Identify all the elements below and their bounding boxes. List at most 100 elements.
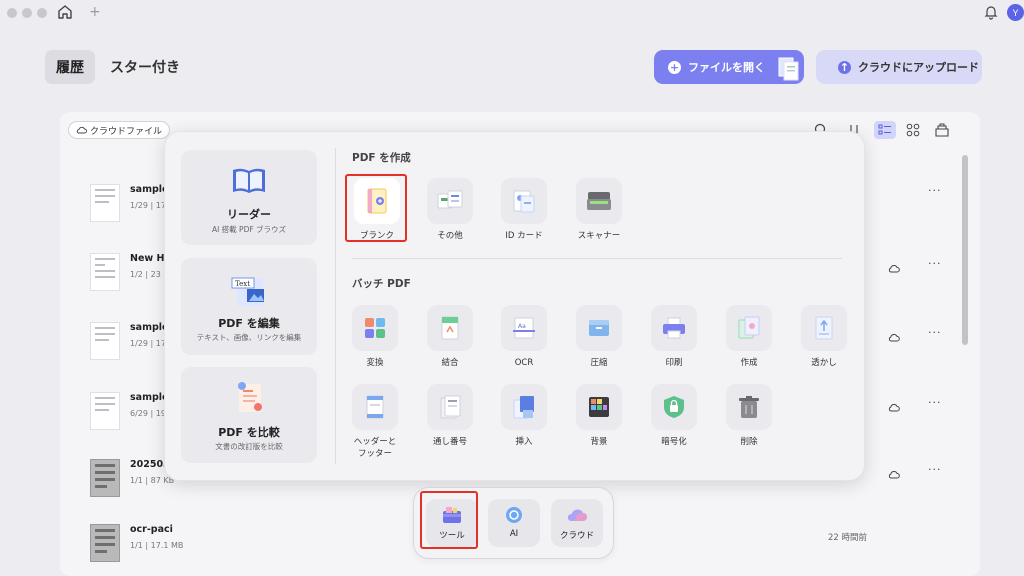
- background-tool[interactable]: 背景: [568, 384, 630, 448]
- numbering-icon: [440, 395, 461, 419]
- batch-pdf-section-title: バッチ PDF: [352, 278, 411, 290]
- ocr-label: OCR: [514, 358, 534, 368]
- create-batch-tool[interactable]: 作成: [718, 305, 780, 369]
- ocr-icon: Aa: [513, 317, 535, 339]
- compare-pdf-card[interactable]: PDF を比較 文書の改訂版を比較: [181, 367, 317, 463]
- storage-icon[interactable]: [931, 121, 953, 139]
- other-create-label: その他: [437, 231, 463, 241]
- compress-label: 圧縮: [590, 358, 608, 368]
- more-options-icon[interactable]: ···: [928, 257, 942, 270]
- id-card-tool[interactable]: ID カード: [493, 178, 555, 242]
- delete-label: 削除: [740, 437, 758, 447]
- new-tab-plus-icon[interactable]: +: [89, 4, 101, 20]
- dock-ai-button[interactable]: AI: [488, 499, 540, 547]
- edit-pdf-title: PDF を編集: [218, 317, 280, 330]
- create-batch-label: 作成: [740, 358, 758, 368]
- tab-starred[interactable]: スター付き: [110, 50, 180, 84]
- upload-cloud-button[interactable]: ↑ クラウドにアップロード: [816, 50, 982, 84]
- file-thumbnail: [90, 184, 120, 222]
- convert-tool[interactable]: 変換: [344, 305, 406, 369]
- insert-tool[interactable]: 挿入: [493, 384, 555, 448]
- compare-icon: [238, 382, 262, 412]
- cloud-icon: [76, 126, 87, 134]
- print-label: 印刷: [665, 358, 683, 368]
- svg-text:Text: Text: [235, 280, 250, 288]
- file-meta: 1/1 | 17.1 MB: [130, 541, 184, 550]
- id-card-icon: [513, 190, 535, 213]
- plus-circle-icon: +: [668, 60, 681, 74]
- delete-tool[interactable]: 削除: [718, 384, 780, 448]
- bates-numbering-tool[interactable]: 通し番号: [419, 384, 481, 448]
- combine-label: 結合: [441, 358, 459, 368]
- print-tool[interactable]: 印刷: [643, 305, 705, 369]
- bell-icon[interactable]: [983, 4, 999, 20]
- highlight-box-blank: [345, 174, 407, 242]
- book-icon: [233, 168, 265, 193]
- watermark-label: 透かし: [811, 358, 837, 368]
- header-footer-icon: [366, 395, 384, 419]
- popup-horizontal-divider: [352, 258, 842, 259]
- edit-pdf-card[interactable]: Text PDF を編集 テキスト、画像、リンクを編集: [181, 258, 317, 355]
- encrypt-tool[interactable]: 暗号化: [643, 384, 705, 448]
- bates-numbering-label: 通し番号: [432, 437, 467, 447]
- file-modified-time: 22 時間前: [828, 533, 868, 543]
- dock-cloud-button[interactable]: クラウド: [551, 499, 603, 547]
- combine-icon: [441, 316, 459, 340]
- grid-view-icon[interactable]: [902, 121, 924, 139]
- file-meta: 1/2 | 23 I: [130, 270, 166, 279]
- upload-arrow-icon: ↑: [838, 60, 851, 74]
- home-icon[interactable]: [57, 4, 73, 20]
- file-thumbnail: [90, 524, 120, 562]
- file-thumbnail: [90, 322, 120, 360]
- window-zoom-button[interactable]: [37, 8, 47, 18]
- create-documents-icon: [738, 316, 760, 339]
- more-options-icon[interactable]: ···: [928, 463, 942, 476]
- file-thumbnail: [90, 459, 120, 497]
- file-thumbnail: [90, 392, 120, 430]
- dock-ai-label: AI: [509, 529, 519, 539]
- popup-vertical-divider: [335, 148, 336, 464]
- cloud-icon[interactable]: [888, 332, 900, 342]
- svg-text:Aa: Aa: [518, 323, 526, 330]
- tab-history[interactable]: 履歴: [45, 50, 95, 84]
- cloud-icon[interactable]: [888, 469, 900, 479]
- ai-icon: [506, 507, 522, 523]
- combine-tool[interactable]: 結合: [419, 305, 481, 369]
- open-file-label: ファイルを開く: [688, 61, 765, 74]
- cloud-files-filter[interactable]: クラウドファイル: [68, 121, 171, 139]
- printer-icon: [663, 317, 685, 339]
- scanner-tool[interactable]: スキャナー: [568, 178, 630, 242]
- compare-pdf-title: PDF を比較: [218, 426, 280, 439]
- file-meta: 1/1 | 87 KB: [130, 476, 175, 485]
- more-options-icon[interactable]: ···: [928, 326, 942, 339]
- list-view-icon[interactable]: [874, 121, 896, 139]
- more-options-icon[interactable]: ···: [928, 396, 942, 409]
- cloud-icon[interactable]: [888, 402, 900, 412]
- header-footer-tool[interactable]: ヘッダーと フッター: [344, 384, 406, 460]
- header-footer-label: ヘッダーと フッター: [353, 437, 397, 459]
- more-options-icon[interactable]: ···: [928, 184, 942, 197]
- dock-cloud-label: クラウド: [559, 531, 594, 541]
- cloud-files-label: クラウドファイル: [90, 126, 163, 137]
- file-meta: 6/29 | 19: [130, 409, 166, 418]
- insert-label: 挿入: [515, 437, 533, 447]
- window-minimize-button[interactable]: [22, 8, 32, 18]
- compress-tool[interactable]: 圧縮: [568, 305, 630, 369]
- upload-cloud-label: クラウドにアップロード: [858, 61, 979, 74]
- background-icon: [589, 397, 609, 417]
- cloud-icon[interactable]: [888, 263, 900, 273]
- documents-icon: [778, 57, 799, 81]
- other-create-tool[interactable]: その他: [419, 178, 481, 242]
- highlight-box-tools: [420, 491, 478, 549]
- text-edit-icon: Text: [231, 277, 264, 306]
- watermark-tool[interactable]: 透かし: [793, 305, 855, 369]
- reader-title: リーダー: [227, 208, 271, 221]
- watermark-icon: [815, 316, 833, 340]
- file-name: ocr-paci: [130, 524, 173, 535]
- window-close-button[interactable]: [7, 8, 17, 18]
- trash-icon: [739, 396, 759, 418]
- reader-card[interactable]: リーダー AI 搭載 PDF ブラウズ: [181, 150, 317, 245]
- avatar[interactable]: Y: [1007, 4, 1024, 21]
- open-file-button[interactable]: + ファイルを開く: [654, 50, 804, 84]
- ocr-tool[interactable]: Aa OCR: [493, 305, 555, 369]
